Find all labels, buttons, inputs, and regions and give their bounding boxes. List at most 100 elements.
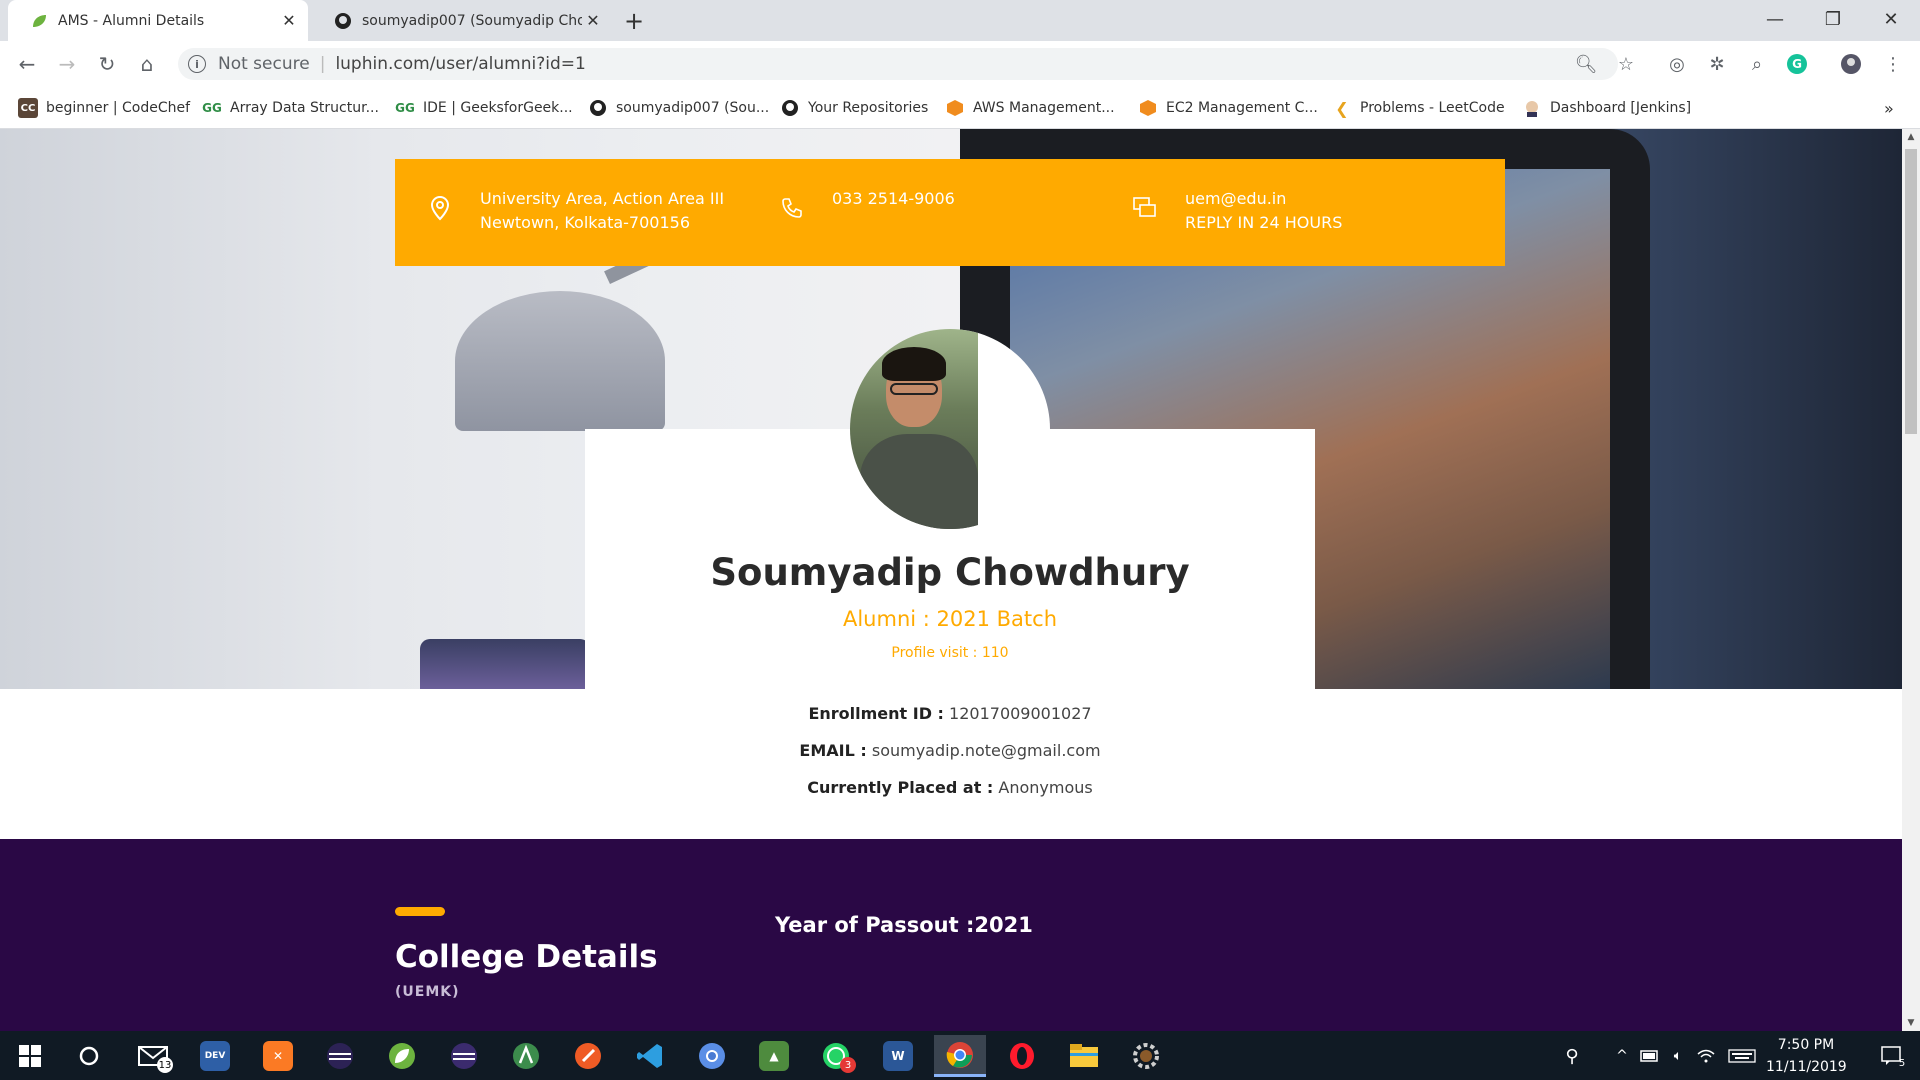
eclipse-ee-icon[interactable] xyxy=(438,1035,490,1077)
word-icon[interactable]: W xyxy=(872,1035,924,1077)
close-tab-icon[interactable]: ✕ xyxy=(582,10,604,32)
back-icon[interactable]: ← xyxy=(12,49,42,79)
search-extension-icon[interactable]: ⌕ xyxy=(1744,51,1770,77)
scroll-down-icon[interactable]: ▼ xyxy=(1902,1015,1920,1031)
bookmark-leetcode[interactable]: ❮ Problems - LeetCode xyxy=(1332,95,1504,121)
browser-toolbar: ← → ↻ ⌂ i Not secure | luphin.com/user/a… xyxy=(0,41,1920,87)
contact-email[interactable]: uem@edu.in xyxy=(1185,187,1342,211)
phone-icon xyxy=(777,193,807,223)
new-tab-button[interactable]: + xyxy=(619,6,649,36)
aws-icon xyxy=(1138,98,1158,118)
mail-unread-badge: 13 xyxy=(157,1057,173,1073)
chromium-icon[interactable] xyxy=(686,1035,738,1077)
email-label: EMAIL : xyxy=(799,741,867,760)
address-bar[interactable]: i Not secure | luphin.com/user/alumni?id… xyxy=(178,48,1618,80)
bookmark-aws[interactable]: AWS Management... xyxy=(945,95,1115,121)
close-window-icon[interactable]: ✕ xyxy=(1868,0,1914,38)
android-studio-icon[interactable] xyxy=(500,1035,552,1077)
restore-icon[interactable]: ❐ xyxy=(1810,0,1856,38)
github-icon xyxy=(780,98,800,118)
tab-github-profile[interactable]: soumyadip007 (Soumyadip Chow ✕ xyxy=(312,0,612,41)
college-details-section: College Details (UEMK) Year of Passout :… xyxy=(0,839,1902,1031)
mail-app-icon[interactable]: 13 xyxy=(127,1035,179,1077)
bookmark-codechef[interactable]: CC beginner | CodeChef xyxy=(18,95,190,121)
geeksforgeeks-icon: GG xyxy=(395,101,415,115)
home-icon[interactable]: ⌂ xyxy=(132,49,162,79)
section-accent-bar xyxy=(395,907,445,916)
devcpp-icon[interactable]: DEV xyxy=(189,1035,241,1077)
grammarly-icon[interactable]: G xyxy=(1784,51,1810,77)
bookmark-array-ds[interactable]: GG Array Data Structur... xyxy=(202,95,379,121)
vscode-icon[interactable] xyxy=(624,1035,676,1077)
address-line-2: Newtown, Kolkata-700156 xyxy=(480,213,691,232)
reload-icon[interactable]: ↻ xyxy=(92,49,122,79)
settings-gear-icon[interactable] xyxy=(1120,1035,1172,1077)
image-viewer-icon[interactable]: ▲ xyxy=(748,1035,800,1077)
lamp-decoration xyxy=(455,291,665,431)
people-icon[interactable]: ⚲ xyxy=(1554,1035,1590,1077)
tray-chevron-up-icon[interactable]: ^ xyxy=(1608,1035,1636,1077)
extension-icon[interactable]: ◎ xyxy=(1664,51,1690,77)
profile-avatar-icon[interactable] xyxy=(1838,51,1864,77)
avatar xyxy=(850,329,1050,529)
bookmark-repositories[interactable]: Your Repositories xyxy=(780,95,928,121)
windows-start-icon[interactable] xyxy=(4,1035,56,1077)
page-scrollbar[interactable]: ▲ ▼ xyxy=(1902,129,1920,1031)
tab-strip: AMS - Alumni Details ✕ soumyadip007 (Sou… xyxy=(0,0,1920,41)
chrome-icon[interactable] xyxy=(934,1035,986,1077)
windows-taskbar: 13 DEV ✕ ▲ 3 W ⚲ ^ 🔈︎ 7:50 PM 11/11/2019… xyxy=(0,1031,1920,1080)
scroll-up-icon[interactable]: ▲ xyxy=(1902,129,1920,145)
jenkins-icon xyxy=(1522,98,1542,118)
email-row: EMAIL : soumyadip.note@gmail.com xyxy=(585,741,1315,760)
college-details-subtitle: (UEMK) xyxy=(395,984,460,1000)
opera-icon[interactable] xyxy=(996,1035,1048,1077)
file-explorer-icon[interactable] xyxy=(1058,1035,1110,1077)
search-icon[interactable] xyxy=(63,1035,115,1077)
bookmarks-bar: CC beginner | CodeChef GG Array Data Str… xyxy=(0,87,1920,129)
wifi-icon[interactable] xyxy=(1692,1035,1720,1077)
avatar-photo-glasses xyxy=(890,383,938,395)
postman-icon[interactable] xyxy=(562,1035,614,1077)
email-block: uem@edu.in REPLY IN 24 HOURS xyxy=(1130,187,1342,235)
bookmarks-overflow-button[interactable]: » xyxy=(1884,95,1894,121)
scrollbar-thumb[interactable] xyxy=(1905,149,1917,434)
system-clock[interactable]: 7:50 PM 11/11/2019 xyxy=(1766,1034,1847,1078)
bookmark-gfg-ide[interactable]: GG IDE | GeeksforGeek... xyxy=(395,95,573,121)
profile-name: Soumyadip Chowdhury xyxy=(710,551,1190,594)
profile-visit-count: Profile visit : 110 xyxy=(891,645,1009,661)
geeksforgeeks-icon: GG xyxy=(202,101,222,115)
bookmark-star-icon[interactable]: ☆ xyxy=(1613,51,1639,77)
forward-icon[interactable]: → xyxy=(52,49,82,79)
avatar-photo-hair xyxy=(882,347,946,381)
phone-block: 033 2514-9006 xyxy=(777,187,955,223)
bookmark-github-profile[interactable]: soumyadip007 (Sou... xyxy=(588,95,769,121)
phone-number[interactable]: 033 2514-9006 xyxy=(832,187,955,211)
close-tab-icon[interactable]: ✕ xyxy=(278,10,300,32)
notification-count: 5 xyxy=(1898,1057,1906,1069)
extension-icon[interactable]: ✲ xyxy=(1704,51,1730,77)
info-icon[interactable]: i xyxy=(188,55,206,73)
bookmark-jenkins[interactable]: Dashboard [Jenkins] xyxy=(1522,95,1691,121)
tab-ams-alumni-details[interactable]: AMS - Alumni Details ✕ xyxy=(8,0,308,41)
spring-tool-suite-icon[interactable] xyxy=(376,1035,428,1077)
battery-icon[interactable] xyxy=(1636,1035,1664,1077)
college-details-title: College Details xyxy=(395,939,658,975)
zoom-icon[interactable]: 🔍︎ xyxy=(1573,51,1599,77)
whatsapp-icon[interactable]: 3 xyxy=(810,1035,862,1077)
enrollment-label: Enrollment ID : xyxy=(808,704,944,723)
action-center-icon[interactable]: 5 xyxy=(1866,1035,1918,1077)
placement-row: Currently Placed at : Anonymous xyxy=(585,778,1315,797)
github-icon xyxy=(588,98,608,118)
bookmark-ec2[interactable]: EC2 Management C... xyxy=(1138,95,1318,121)
year-of-passout: Year of Passout :2021 xyxy=(775,913,1033,937)
eclipse-icon[interactable] xyxy=(314,1035,366,1077)
bookmark-label: AWS Management... xyxy=(973,100,1115,116)
volume-icon[interactable]: 🔈︎ xyxy=(1664,1035,1692,1077)
contact-info-bar: University Area, Action Area III Newtown… xyxy=(395,159,1505,266)
xampp-icon[interactable]: ✕ xyxy=(252,1035,304,1077)
reply-time: REPLY IN 24 HOURS xyxy=(1185,213,1343,232)
enrollment-row: Enrollment ID : 12017009001027 xyxy=(585,704,1315,723)
menu-icon[interactable]: ⋮ xyxy=(1880,51,1906,77)
minimize-icon[interactable]: — xyxy=(1752,0,1798,38)
keyboard-icon[interactable] xyxy=(1724,1035,1760,1077)
